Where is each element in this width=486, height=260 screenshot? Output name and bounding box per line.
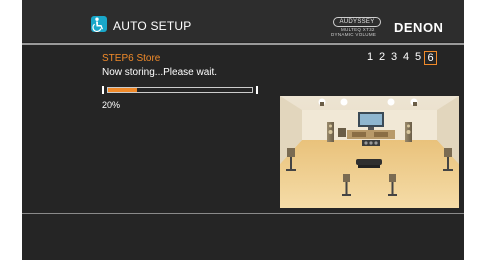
progress-fill xyxy=(108,88,137,92)
step-number-4: 4 xyxy=(402,51,410,63)
step-number-1: 1 xyxy=(366,51,374,63)
footer-divider xyxy=(22,213,464,214)
step-number-3: 3 xyxy=(390,51,398,63)
step-number-6-active: 6 xyxy=(424,51,437,65)
step-title: STEP6 Store xyxy=(102,53,161,64)
progress-bar xyxy=(102,86,258,94)
step-indicator: 1 2 3 4 5 6 xyxy=(364,51,437,65)
audyssey-logo: AUDYSSEY xyxy=(333,17,381,27)
status-message: Now storing...Please wait. xyxy=(102,67,218,78)
step-number-5: 5 xyxy=(414,51,422,63)
app-title: AUTO SETUP xyxy=(113,19,192,33)
setup-screen: AUTO SETUP AUDYSSEY MULTEQ XT32 DYNAMIC … xyxy=(22,0,464,260)
header-divider xyxy=(22,43,464,45)
progress-track xyxy=(107,87,253,93)
progress-percent: 20% xyxy=(102,100,121,110)
audyssey-dynamic-volume-label: DYNAMIC VOLUME xyxy=(331,32,377,37)
accessibility-person-icon xyxy=(91,16,107,32)
brand-logo: DENON xyxy=(394,20,444,35)
speaker-room-layout-illustration xyxy=(280,96,459,208)
step-number-2: 2 xyxy=(378,51,386,63)
